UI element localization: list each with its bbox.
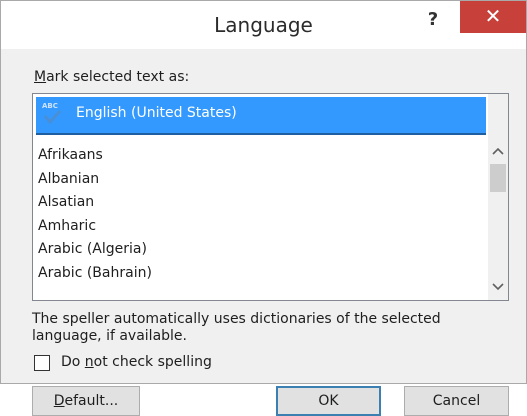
selected-language-label: English (United States) [76,105,237,121]
scroll-thumb[interactable] [490,164,506,192]
svg-text:ABC: ABC [42,102,58,110]
close-button[interactable]: ✕ [460,1,526,33]
checkbox-label-pre: Do [61,354,85,370]
mark-selected-label: Mark selected text as: [34,69,190,85]
chevron-down-icon[interactable] [488,278,508,298]
language-listbox[interactable]: ABC English (United States) Afrikaans Al… [32,93,509,301]
title-bar: Language ? ✕ [1,1,526,49]
ok-button[interactable]: OK [276,386,381,416]
list-item[interactable]: Alsatian [38,191,486,215]
spellcheck-abc-icon: ABC [41,99,63,127]
default-button[interactable]: Default... [32,386,140,416]
default-accel: D [53,393,65,409]
do-not-check-spelling-label[interactable]: Do not check spelling [61,354,212,370]
language-list: Afrikaans Albanian Alsatian Amharic Arab… [38,144,486,286]
do-not-check-spelling-checkbox[interactable] [34,355,50,371]
selected-language-row[interactable]: ABC English (United States) [36,97,486,135]
list-scrollbar[interactable] [488,94,508,300]
help-button[interactable]: ? [412,7,454,35]
checkbox-label-post: ot check spelling [93,354,212,370]
cancel-button[interactable]: Cancel [404,386,509,416]
list-item[interactable]: Afrikaans [38,144,486,168]
default-label: efault... [64,393,119,409]
language-dialog: Language ? ✕ Mark selected text as: ABC … [0,0,527,416]
list-item[interactable]: Amharic [38,215,486,239]
speller-info-text: The speller automatically uses dictionar… [32,311,441,344]
dialog-content: Mark selected text as: ABC English (Unit… [1,49,526,416]
list-item[interactable]: Arabic (Bahrain) [38,262,486,286]
chevron-up-icon[interactable] [488,142,508,162]
checkbox-label-accel: n [84,354,94,370]
list-item[interactable]: Arabic (Algeria) [38,238,486,262]
list-item[interactable]: Albanian [38,168,486,192]
